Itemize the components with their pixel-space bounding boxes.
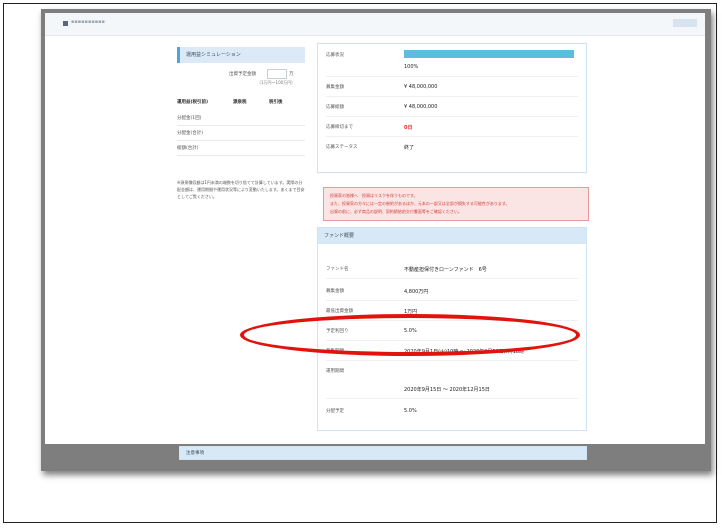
divider xyxy=(326,398,578,399)
amount-note: （1万円〜100万円） xyxy=(257,80,296,85)
notes-section-title: 注意事項 xyxy=(186,451,204,456)
column-header: 運用益(税引前) xyxy=(177,100,209,105)
applied-amount-value: ¥ 48,000,000 xyxy=(404,104,438,110)
amount-input[interactable] xyxy=(267,69,287,79)
target-amount-value: 4,800万円 xyxy=(404,289,429,295)
operation-period-label: 運用期間 xyxy=(326,369,344,374)
distribution-value: 5.0% xyxy=(404,408,417,414)
logo-text[interactable]: ▪▪▪▪▪▪▪▪▪▪ xyxy=(71,19,105,25)
divider xyxy=(326,300,578,301)
target-amount-label: 募集金額 xyxy=(326,85,344,90)
fund-name-label: ファンド名 xyxy=(326,267,349,272)
divider xyxy=(326,76,578,77)
status-value: 終了 xyxy=(404,145,415,151)
web-page: ▪▪▪▪▪▪▪▪▪▪ 運用益シミュレーション 出資予定金額 万 （1万円〜100… xyxy=(45,13,705,460)
alert-line: 出資の前に、必ず商品の説明、契約締結前交付書面等をご確認ください。 xyxy=(330,209,462,214)
fund-overview-title: ファンド概要 xyxy=(318,228,586,244)
target-amount-label: 募集金額 xyxy=(326,289,344,294)
funding-status-card: 応募状況 100% 募集金額 ¥ 48,000,000 応募総額 ¥ 48,00… xyxy=(317,43,587,173)
deadline-value: 0日 xyxy=(404,125,413,131)
amount-unit: 万 xyxy=(289,72,294,77)
divider xyxy=(326,96,578,97)
target-amount-value: ¥ 48,000,000 xyxy=(404,84,438,90)
screenshot-frame: ▪▪▪▪▪▪▪▪▪▪ 運用益シミュレーション 出資予定金額 万 （1万円〜100… xyxy=(41,9,711,471)
simulation-title: 運用益シミュレーション xyxy=(177,47,305,63)
simulation-note: ※源泉徴収額は1円未満の端数を切り捨てて計算しています。実際の分配金額は、運用期… xyxy=(177,180,305,199)
divider xyxy=(326,278,578,279)
operation-period-range: 2020年9月15日 〜 2020年12月15日 xyxy=(404,387,490,393)
logo-icon[interactable] xyxy=(63,21,68,26)
column-header: 税引後 xyxy=(269,100,283,105)
progress-percent: 100% xyxy=(404,64,419,70)
row-label: 総額(合計) xyxy=(177,146,199,151)
minimum-investment-label: 最低出資金額 xyxy=(326,309,353,314)
alert-line: 投資家の皆様へ 投資はリスクを伴うものです。 xyxy=(330,193,418,198)
highlight-ellipse xyxy=(240,314,580,356)
fund-name-value: 不動産担保付きローンファンド 6号 xyxy=(404,267,487,273)
alert-line: また、投資家の方々には一定の制約があるほか、元本の一部又は全部が損失する可能性が… xyxy=(330,201,510,206)
deadline-label: 応募締切まで xyxy=(326,125,353,130)
row-label: 分配金(合計) xyxy=(177,131,204,136)
progress-bar xyxy=(404,50,574,58)
return-simulation-panel: 運用益シミュレーション 出資予定金額 万 （1万円〜100万円） 運用益(税引前… xyxy=(177,47,305,237)
divider xyxy=(326,360,578,361)
row-label: 分配金(1回) xyxy=(177,116,202,121)
distribution-label: 分配予定 xyxy=(326,409,344,414)
topbar-button[interactable] xyxy=(673,19,697,27)
column-header: 源泉税 xyxy=(233,100,247,105)
table-row: 分配金(1回) xyxy=(177,111,305,126)
notes-section-header: 注意事項 xyxy=(179,446,587,460)
top-bar: ▪▪▪▪▪▪▪▪▪▪ xyxy=(45,13,705,36)
table-row: 分配金(合計) xyxy=(177,126,305,141)
status-label: 応募ステータス xyxy=(326,145,358,150)
risk-alert: 投資家の皆様へ 投資はリスクを伴うものです。 また、投資家の方々には一定の制約が… xyxy=(323,187,589,221)
divider xyxy=(326,136,578,137)
status-label: 応募状況 xyxy=(326,53,344,58)
applied-amount-label: 応募総額 xyxy=(326,105,344,110)
divider xyxy=(326,116,578,117)
table-row: 総額(合計) xyxy=(177,141,305,156)
amount-label: 出資予定金額 xyxy=(229,72,256,77)
